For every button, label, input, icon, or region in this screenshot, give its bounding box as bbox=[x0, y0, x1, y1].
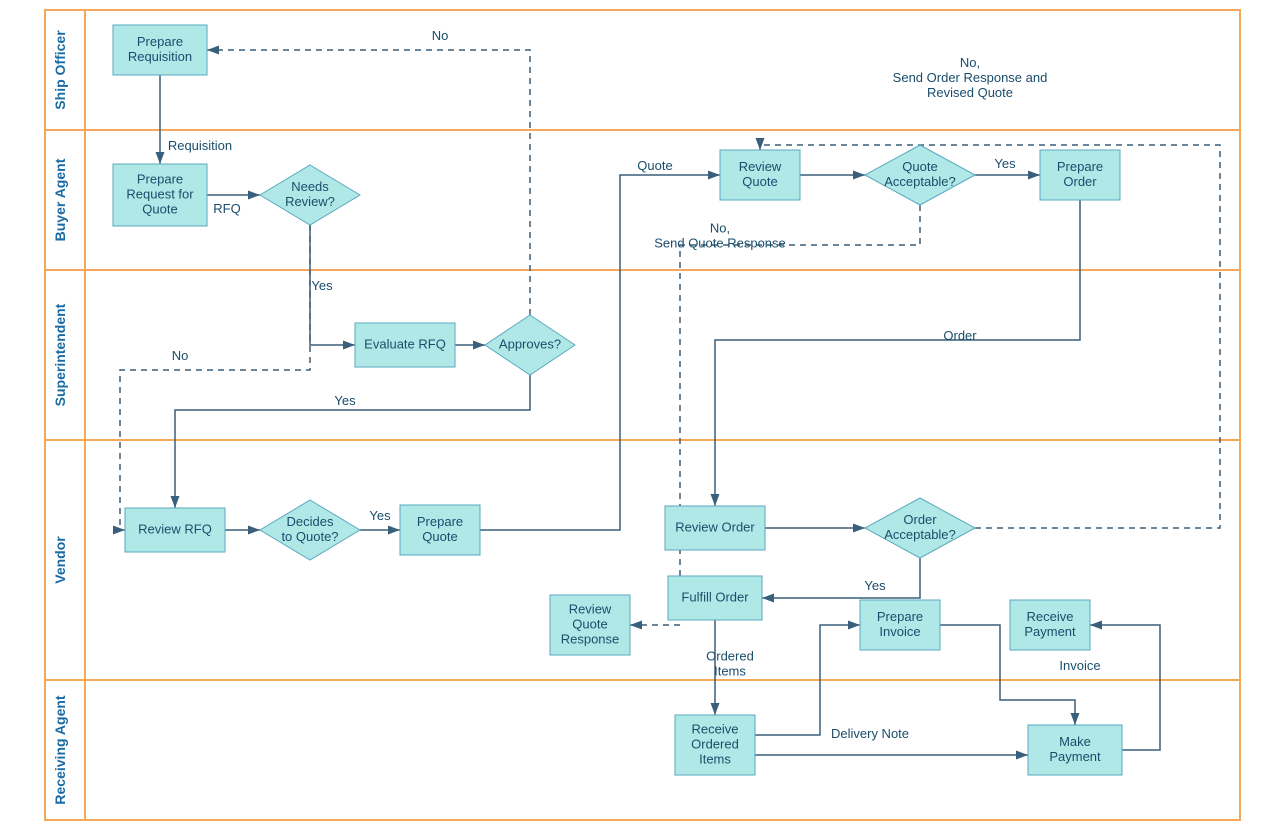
svg-text:Acceptable?: Acceptable? bbox=[884, 174, 956, 189]
svg-text:Invoice: Invoice bbox=[879, 624, 920, 639]
svg-text:Revised Quote: Revised Quote bbox=[927, 85, 1013, 100]
svg-text:Delivery Note: Delivery Note bbox=[831, 726, 909, 741]
svg-text:Order: Order bbox=[943, 328, 977, 343]
svg-text:Order: Order bbox=[1063, 174, 1097, 189]
svg-text:No: No bbox=[432, 28, 449, 43]
svg-text:Receive: Receive bbox=[1027, 609, 1074, 624]
svg-text:Review?: Review? bbox=[285, 194, 335, 209]
node-review_order: Review Order bbox=[665, 506, 765, 550]
node-prep_req: PrepareRequisition bbox=[113, 25, 207, 75]
svg-text:Send Order Response and: Send Order Response and bbox=[893, 70, 1048, 85]
node-prep_inv: PrepareInvoice bbox=[860, 600, 940, 650]
edge bbox=[762, 558, 920, 598]
svg-text:Order: Order bbox=[903, 512, 937, 527]
node-review_quote: ReviewQuote bbox=[720, 150, 800, 200]
node-eval_rfq: Evaluate RFQ bbox=[355, 323, 455, 367]
svg-text:Evaluate RFQ: Evaluate RFQ bbox=[364, 336, 446, 351]
svg-text:Invoice: Invoice bbox=[1059, 658, 1100, 673]
svg-text:Quote: Quote bbox=[572, 616, 607, 631]
svg-text:Acceptable?: Acceptable? bbox=[884, 527, 956, 542]
svg-text:Request for: Request for bbox=[126, 186, 194, 201]
edge bbox=[630, 205, 920, 625]
lane-label-buyer: Buyer Agent bbox=[52, 158, 68, 241]
svg-text:Review Order: Review Order bbox=[675, 519, 755, 534]
node-prep_quote: PrepareQuote bbox=[400, 505, 480, 555]
node-decides: Decidesto Quote? bbox=[260, 500, 360, 560]
svg-text:Payment: Payment bbox=[1024, 624, 1076, 639]
svg-text:Quote: Quote bbox=[742, 174, 777, 189]
svg-text:Yes: Yes bbox=[369, 508, 391, 523]
svg-text:No,: No, bbox=[710, 221, 730, 236]
svg-text:Receive: Receive bbox=[692, 721, 739, 736]
node-review_rfq: Review RFQ bbox=[125, 508, 225, 552]
svg-text:Quote: Quote bbox=[637, 158, 672, 173]
lane-label-recv: Receiving Agent bbox=[52, 695, 68, 805]
svg-text:Quote: Quote bbox=[902, 159, 937, 174]
node-fulfill: Fulfill Order bbox=[668, 576, 762, 620]
svg-text:Items: Items bbox=[699, 751, 731, 766]
node-needs_review: NeedsReview? bbox=[260, 165, 360, 225]
svg-text:Ordered: Ordered bbox=[691, 736, 739, 751]
node-prep_order: PrepareOrder bbox=[1040, 150, 1120, 200]
svg-text:Yes: Yes bbox=[864, 578, 886, 593]
svg-text:RFQ: RFQ bbox=[213, 201, 240, 216]
svg-text:Yes: Yes bbox=[334, 393, 356, 408]
lane-label-super: Superintendent bbox=[52, 303, 68, 406]
svg-text:No,: No, bbox=[960, 55, 980, 70]
node-make_pay: MakePayment bbox=[1028, 725, 1122, 775]
svg-text:Payment: Payment bbox=[1049, 749, 1101, 764]
svg-text:Response: Response bbox=[561, 631, 620, 646]
node-recv_items: ReceiveOrderedItems bbox=[675, 715, 755, 775]
node-order_acc: OrderAcceptable? bbox=[865, 498, 975, 558]
node-prep_rfq: PrepareRequest forQuote bbox=[113, 164, 207, 226]
lane-label-vendor: Vendor bbox=[52, 536, 68, 584]
lane-label-ship: Ship Officer bbox=[52, 30, 68, 110]
svg-text:Requisition: Requisition bbox=[168, 138, 232, 153]
svg-text:Decides: Decides bbox=[287, 514, 334, 529]
svg-text:Items: Items bbox=[714, 664, 746, 679]
svg-text:Needs: Needs bbox=[291, 179, 329, 194]
svg-text:Send Quote Response: Send Quote Response bbox=[654, 236, 786, 251]
node-approves: Approves? bbox=[485, 315, 575, 375]
node-quote_acc: QuoteAcceptable? bbox=[865, 145, 975, 205]
svg-text:Review: Review bbox=[569, 601, 612, 616]
svg-text:Review RFQ: Review RFQ bbox=[138, 521, 212, 536]
svg-text:Prepare: Prepare bbox=[417, 514, 463, 529]
svg-text:Prepare: Prepare bbox=[137, 171, 183, 186]
svg-text:to Quote?: to Quote? bbox=[281, 529, 338, 544]
edge bbox=[207, 50, 530, 315]
svg-text:Yes: Yes bbox=[311, 278, 333, 293]
edge bbox=[760, 145, 1220, 528]
svg-text:Prepare: Prepare bbox=[1057, 159, 1103, 174]
svg-text:Prepare: Prepare bbox=[877, 609, 923, 624]
svg-text:Ordered: Ordered bbox=[706, 649, 754, 664]
svg-text:Quote: Quote bbox=[422, 529, 457, 544]
svg-text:No: No bbox=[172, 348, 189, 363]
svg-text:Prepare: Prepare bbox=[137, 34, 183, 49]
svg-text:Fulfill Order: Fulfill Order bbox=[681, 589, 749, 604]
diagram-border bbox=[45, 10, 1240, 820]
svg-text:Make: Make bbox=[1059, 734, 1091, 749]
svg-text:Yes: Yes bbox=[994, 156, 1016, 171]
svg-text:Review: Review bbox=[739, 159, 782, 174]
node-recv_pay: ReceivePayment bbox=[1010, 600, 1090, 650]
svg-text:Requisition: Requisition bbox=[128, 49, 192, 64]
node-rqres: ReviewQuoteResponse bbox=[550, 595, 630, 655]
svg-text:Approves?: Approves? bbox=[499, 336, 561, 351]
svg-text:Quote: Quote bbox=[142, 201, 177, 216]
